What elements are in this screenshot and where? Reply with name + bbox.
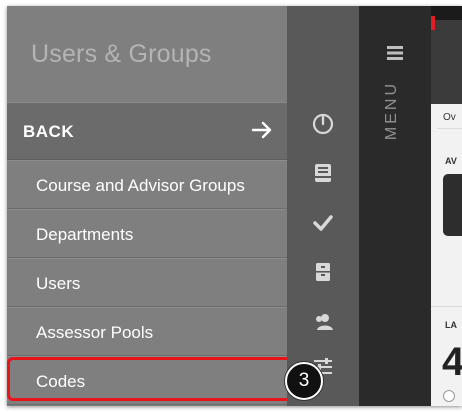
content-header	[431, 6, 462, 104]
nav-item-label: Users	[36, 274, 81, 293]
users-groups-panel: Users & Groups BACK Course and Advisor G…	[7, 6, 300, 406]
back-button[interactable]: BACK	[7, 102, 287, 160]
content-heading-fragment: LA	[445, 320, 457, 330]
dashboard-icon[interactable]	[312, 113, 334, 135]
radio-toggle[interactable]	[443, 390, 455, 402]
hamburger-icon[interactable]	[387, 46, 403, 60]
app-window: Users & Groups BACK Course and Advisor G…	[7, 6, 462, 406]
menu-label: MENU	[383, 81, 400, 141]
nav-list: Course and Advisor Groups Departments Us…	[7, 160, 300, 405]
nav-item-label: Departments	[36, 225, 134, 244]
file-cabinet-icon[interactable]	[312, 261, 334, 283]
nav-item-label: Codes	[36, 372, 86, 391]
users-icon[interactable]	[312, 311, 334, 333]
nav-item-label: Course and Advisor Groups	[36, 176, 245, 195]
nav-item-course-advisor-groups[interactable]: Course and Advisor Groups	[7, 160, 287, 209]
inbox-icon[interactable]	[312, 162, 334, 184]
content-card	[443, 174, 462, 236]
content-text-fragment: Ov	[443, 112, 456, 123]
panel-title: Users & Groups	[31, 40, 212, 68]
main-content-edge: Ov AV LA 4	[431, 6, 462, 406]
content-top-strip	[431, 6, 462, 30]
nav-item-users[interactable]: Users	[7, 258, 287, 307]
checkmark-icon[interactable]	[312, 212, 334, 234]
nav-item-codes[interactable]: Codes	[7, 356, 300, 405]
nav-item-label: Assessor Pools	[36, 323, 154, 342]
icon-rail	[287, 6, 359, 406]
content-heading-fragment: AV	[445, 156, 457, 166]
divider	[437, 128, 462, 129]
nav-item-assessor-pools[interactable]: Assessor Pools	[7, 307, 287, 356]
arrow-right-icon	[251, 121, 272, 139]
back-label: BACK	[23, 122, 75, 141]
step-number-badge: 3	[285, 362, 323, 400]
divider	[431, 306, 462, 307]
nav-item-departments[interactable]: Departments	[7, 209, 287, 258]
content-number-fragment: 4	[442, 340, 462, 384]
menu-column[interactable]: MENU	[359, 6, 431, 406]
